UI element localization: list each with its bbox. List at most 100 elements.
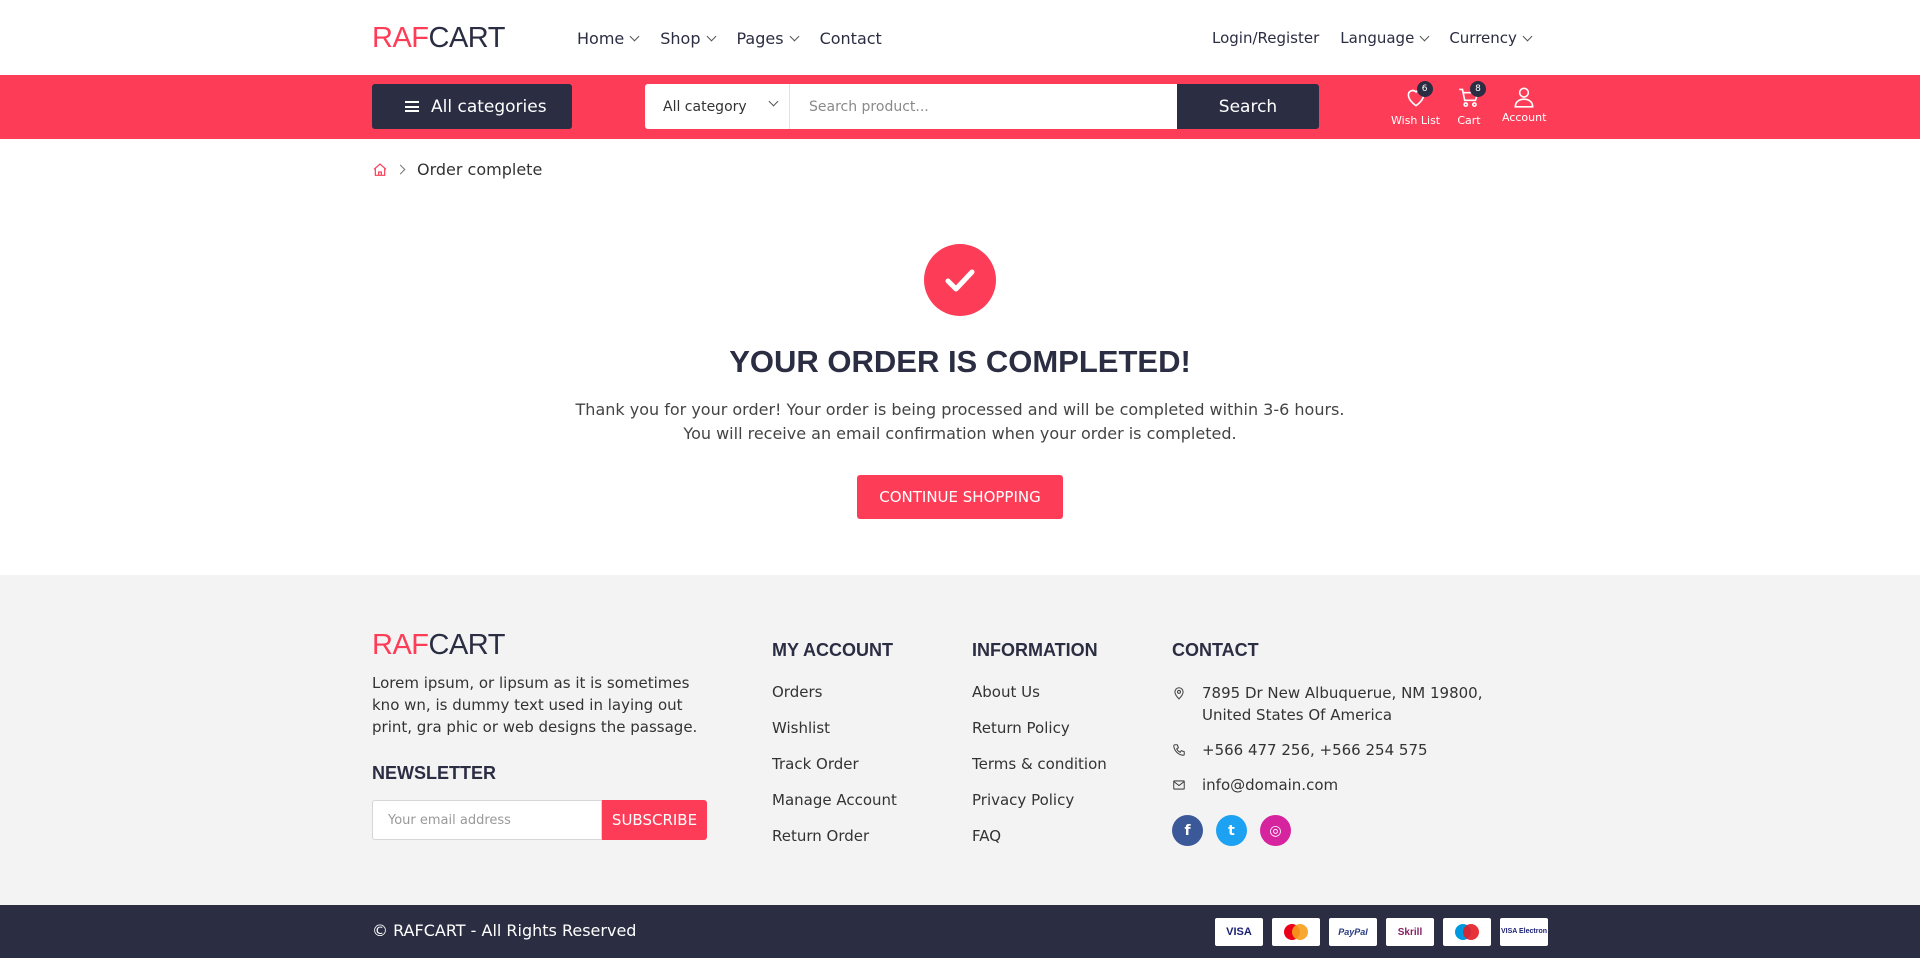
language-label: Language — [1340, 29, 1415, 47]
logo-part-2: CART — [428, 629, 506, 661]
menu-icon — [405, 101, 419, 112]
chevron-right-icon — [395, 164, 406, 175]
currency-dropdown[interactable]: Currency — [1449, 29, 1533, 47]
nav-home[interactable]: Home — [577, 29, 640, 48]
footer: RAFCART Lorem ipsum, or lipsum as it is … — [0, 575, 1920, 905]
footer-link-return-order[interactable]: Return Order — [772, 827, 897, 863]
instagram-glyph: ◎ — [1269, 822, 1282, 839]
footer-link-track-order[interactable]: Track Order — [772, 755, 897, 791]
login-register-link[interactable]: Login/Register — [1212, 29, 1319, 47]
newsletter-email-input[interactable] — [372, 800, 602, 840]
wishlist-link[interactable]: 6 Wish List — [1391, 81, 1441, 127]
maestro-icon — [1443, 918, 1491, 946]
logo-part-1: RAF — [372, 629, 429, 661]
search-button-label: Search — [1218, 96, 1278, 117]
visa-electron-label: VISA Electron — [1500, 928, 1548, 935]
account-link[interactable]: Account — [1502, 84, 1546, 124]
information-links: About Us Return Policy Terms & condition… — [972, 683, 1107, 863]
wishlist-count-badge: 6 — [1416, 81, 1433, 97]
currency-label: Currency — [1449, 29, 1517, 47]
user-icon — [1514, 87, 1534, 108]
twitter-icon[interactable]: t — [1216, 815, 1247, 846]
checkmark-icon — [945, 269, 975, 292]
phone-text: +566 477 256, +566 254 575 — [1202, 741, 1428, 759]
logo-part-1: RAF — [372, 22, 429, 54]
order-message: Thank you for your order! Your order is … — [0, 398, 1920, 446]
subscribe-label: SUBSCRIBE — [611, 811, 698, 829]
login-label: Login/Register — [1212, 29, 1320, 47]
nav-shop[interactable]: Shop — [660, 29, 716, 48]
nav-home-label: Home — [577, 29, 625, 48]
home-icon[interactable] — [372, 162, 388, 178]
my-account-links: Orders Wishlist Track Order Manage Accou… — [772, 683, 897, 863]
check-circle-icon — [924, 244, 996, 316]
breadcrumb: Order complete — [372, 160, 542, 179]
search-input[interactable] — [790, 84, 1177, 129]
chevron-down-icon — [629, 31, 640, 42]
right-nav: Login/Register Language Currency — [1212, 29, 1552, 47]
search-button[interactable]: Search — [1177, 84, 1319, 129]
footer-link-privacy-policy[interactable]: Privacy Policy — [972, 791, 1107, 827]
chevron-down-icon — [706, 31, 716, 42]
order-message-line-1: Thank you for your order! Your order is … — [575, 400, 1345, 419]
contact-email: info@domain.com — [1172, 774, 1338, 796]
cart-link[interactable]: 8 Cart — [1456, 81, 1486, 127]
newsletter-form: SUBSCRIBE — [372, 800, 707, 840]
wishlist-label: Wish List — [1391, 114, 1441, 127]
footer-link-wishlist[interactable]: Wishlist — [772, 719, 897, 755]
email-text[interactable]: info@domain.com — [1202, 774, 1338, 796]
all-categories-label: All categories — [431, 96, 547, 117]
paypal-label: PayPal — [1338, 927, 1368, 937]
copyright-text: © RAFCART - All Rights Reserved — [372, 921, 637, 940]
footer-link-about-us[interactable]: About Us — [972, 683, 1107, 719]
footer-link-return-policy[interactable]: Return Policy — [972, 719, 1107, 755]
breadcrumb-current: Order complete — [417, 160, 543, 179]
address-line-2: United States Of America — [1202, 706, 1393, 724]
chevron-down-icon — [789, 31, 800, 42]
chevron-down-icon — [1522, 31, 1533, 41]
visa-electron-icon: VISA Electron — [1500, 918, 1548, 946]
nav-pages-label: Pages — [736, 29, 784, 48]
facebook-glyph: f — [1184, 822, 1191, 839]
continue-shopping-button[interactable]: CONTINUE SHOPPING — [857, 475, 1063, 519]
phone-icon — [1173, 744, 1185, 756]
contact-phone: +566 477 256, +566 254 575 — [1172, 739, 1428, 761]
skrill-icon: Skrill — [1386, 918, 1434, 946]
paypal-icon: PayPal — [1329, 918, 1377, 946]
subscribe-button[interactable]: SUBSCRIBE — [602, 800, 707, 840]
footer-link-orders[interactable]: Orders — [772, 683, 897, 719]
footer-about-text: Lorem ipsum, or lipsum as it is sometime… — [372, 674, 698, 736]
footer-link-manage-account[interactable]: Manage Account — [772, 791, 897, 827]
mastercard-icon — [1272, 918, 1320, 946]
logo-part-2: CART — [428, 22, 506, 54]
order-complete-title: YOUR ORDER IS COMPLETED! — [729, 344, 1191, 379]
cart-count-badge: 8 — [1470, 81, 1486, 97]
category-select-value: All category — [663, 98, 747, 115]
contact-title: CONTACT — [1172, 640, 1259, 660]
footer-link-faq[interactable]: FAQ — [972, 827, 1107, 863]
main-nav: Home Shop Pages Contact — [577, 29, 904, 48]
chevron-down-icon — [1419, 31, 1430, 41]
footer-link-terms[interactable]: Terms & condition — [972, 755, 1107, 791]
top-header: RAFCART Home Shop Pages Contact Login/Re… — [0, 0, 1920, 75]
nav-contact[interactable]: Contact — [820, 29, 882, 48]
facebook-icon[interactable]: f — [1172, 815, 1203, 846]
instagram-icon[interactable]: ◎ — [1260, 815, 1291, 846]
category-select[interactable]: All category — [645, 84, 790, 129]
skrill-label: Skrill — [1397, 926, 1423, 938]
location-pin-icon — [1174, 687, 1184, 700]
brand-logo[interactable]: RAFCART — [372, 22, 505, 55]
bottom-bar: © RAFCART - All Rights Reserved VISA Pay… — [0, 905, 1920, 958]
visa-label: VISA — [1226, 926, 1252, 938]
twitter-glyph: t — [1228, 822, 1235, 839]
all-categories-button[interactable]: All categories — [372, 84, 572, 129]
visa-card-icon: VISA — [1215, 918, 1263, 946]
footer-logo[interactable]: RAFCART — [372, 629, 505, 662]
order-message-line-2: You will receive an email confirmation w… — [683, 424, 1237, 443]
information-title: INFORMATION — [972, 640, 1098, 660]
nav-pages[interactable]: Pages — [736, 29, 800, 48]
address-line-1: 7895 Dr New Albuquerue, NM 19800, — [1202, 684, 1483, 702]
my-account-title: MY ACCOUNT — [772, 640, 893, 660]
account-label: Account — [1502, 111, 1547, 124]
language-dropdown[interactable]: Language — [1340, 29, 1430, 47]
